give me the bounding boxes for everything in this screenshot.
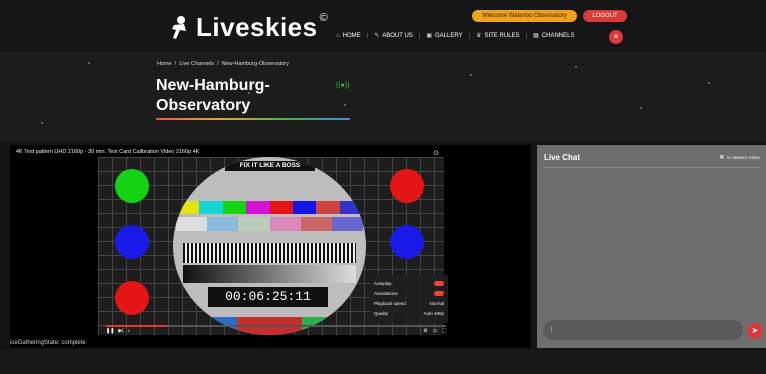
viewers-label: is viewers online (726, 154, 760, 160)
progress-fill (106, 325, 168, 327)
test-card-circle: FIX IT LIKE A BOSS 00:06:25:11 (173, 157, 366, 335)
page-title-line1: New-Hamburg- (156, 77, 270, 94)
nav-site-rules[interactable]: ♛ SITE RULES (476, 32, 520, 40)
annotations-row[interactable]: Annotations (374, 288, 444, 298)
quality-label: Quality (374, 310, 389, 316)
registered-mark: © (319, 11, 328, 24)
home-icon: ⌂ (336, 32, 340, 39)
blue-dot (115, 225, 149, 259)
playback-speed-label: Playback speed (374, 300, 406, 306)
nav-channels-label: CHANNELS (541, 32, 575, 39)
star (640, 107, 642, 109)
nav-separator: | (366, 32, 369, 39)
chat-message-input[interactable]: | (543, 320, 743, 340)
breadcrumb: Home / Live Channels / New-Hamburg-Obser… (157, 61, 289, 67)
title-underline (156, 118, 350, 120)
progress-bar[interactable] (106, 325, 446, 327)
brand-name: Liveskies (196, 12, 318, 42)
autoplay-label: Autoplay (374, 280, 392, 286)
controls-left: ❚❚ ▶| ♪ (106, 328, 130, 334)
breadcrumb-separator: / (217, 61, 219, 67)
page-title: New-Hamburg- Observatory (156, 76, 346, 116)
star (708, 82, 710, 84)
star (470, 74, 472, 76)
autoplay-toggle[interactable] (434, 280, 444, 286)
nav-home[interactable]: ⌂ HOME (336, 33, 361, 39)
quality-row[interactable]: Quality Auto 480p (374, 308, 444, 318)
breadcrumb-current: New-Hamburg-Observatory (221, 61, 289, 67)
hamburger-menu-button[interactable]: ≡ (609, 30, 623, 44)
player-controls: ❚❚ ▶| ♪ ⚙ ▭ ⛶ (106, 325, 446, 334)
overlay-label: FIX IT LIKE A BOSS (225, 161, 315, 171)
grayscale-gradient (183, 265, 356, 283)
channels-icon: ▦ (533, 33, 539, 39)
send-button[interactable]: ➤ (747, 323, 763, 339)
gray-steps (176, 217, 364, 231)
star (88, 62, 90, 64)
star (575, 66, 577, 68)
gallery-icon: ▣ (426, 33, 433, 39)
viewers-count: ▦ is viewers online (720, 154, 760, 160)
viewers-icon: ▦ (719, 154, 724, 159)
info-icon: ✎ (374, 33, 380, 39)
video-player[interactable]: 4K Test pattern UHD 2160p - 30 min. Test… (10, 145, 531, 348)
live-signal-icon: ((●)) (336, 82, 350, 89)
controls-right: ⚙ ▭ ⛶ (423, 328, 446, 334)
breadcrumb-live-channels[interactable]: Live Channels (179, 61, 214, 67)
annotations-label: Annotations (374, 290, 398, 296)
welcome-button[interactable]: Welcome Waterloo Observatory (472, 10, 577, 22)
breadcrumb-home[interactable]: Home (157, 61, 172, 67)
nav-separator: | (525, 32, 528, 39)
page: Liveskies © Welcome Waterloo Observatory… (0, 0, 766, 374)
chat-title: Live Chat (544, 153, 581, 162)
nav-home-label: HOME (342, 32, 361, 39)
next-icon[interactable]: ▶| (118, 328, 123, 334)
nav-separator: | (468, 32, 471, 39)
playback-speed-value: Normal (429, 300, 444, 306)
user-bar: Welcome Waterloo Observatory LOGOUT (472, 10, 627, 22)
quality-value: Auto 480p (423, 310, 444, 316)
send-icon: ➤ (751, 326, 759, 335)
logout-button[interactable]: LOGOUT (583, 10, 627, 22)
rules-icon: ♛ (476, 33, 482, 39)
breadcrumb-separator: / (174, 61, 177, 67)
fullscreen-icon[interactable]: ⛶ (442, 328, 446, 334)
live-chat-panel: Live Chat ▦ is viewers online | ➤ (537, 145, 766, 348)
nav-gallery[interactable]: ▣ GALLERY (426, 32, 463, 40)
logo[interactable]: Liveskies © (168, 12, 332, 43)
settings-gear-icon[interactable]: ⚙ (423, 328, 427, 334)
autoplay-row[interactable]: Autoplay (374, 278, 444, 288)
nav-about-label: ABOUT US (382, 32, 413, 39)
nav-about[interactable]: ✎ ABOUT US (374, 32, 413, 40)
playback-speed-row[interactable]: Playback speed Normal (374, 298, 444, 308)
star (41, 122, 43, 124)
chat-divider (543, 167, 760, 168)
annotations-toggle[interactable] (434, 290, 444, 296)
footer (0, 350, 766, 374)
green-dot (115, 169, 149, 203)
color-bars (176, 201, 363, 214)
main-nav: ⌂ HOME | ✎ ABOUT US | ▣ GALLERY | ♛ SITE RUL… (336, 32, 575, 40)
video-title[interactable]: 4K Test pattern UHD 2160p - 30 min. Test… (16, 149, 199, 155)
nav-gallery-label: GALLERY (435, 32, 463, 39)
hero-banner (0, 52, 766, 142)
astronaut-icon (172, 15, 186, 39)
player-settings-menu: Autoplay Annotations Playback speed Norma… (370, 275, 448, 323)
top-bar: Liveskies © Welcome Waterloo Observatory… (0, 0, 766, 52)
red-dot (115, 281, 149, 315)
timecode: 00:06:25:11 (208, 287, 328, 307)
video-info-icon[interactable]: ⊙ (433, 149, 439, 157)
red-dot (390, 169, 424, 203)
nav-channels[interactable]: ▦ CHANNELS (533, 32, 575, 40)
volume-icon[interactable]: ♪ (128, 328, 131, 334)
blue-dot (390, 225, 424, 259)
pause-icon[interactable]: ❚❚ (106, 328, 114, 334)
nav-site-rules-label: SITE RULES (484, 32, 520, 39)
nav-separator: | (418, 32, 421, 39)
connection-status: iceGatheringState: complete (10, 340, 86, 346)
resolution-lines (183, 243, 356, 263)
page-title-line2: Observatory (156, 97, 251, 114)
miniplayer-icon[interactable]: ▭ (433, 328, 438, 334)
